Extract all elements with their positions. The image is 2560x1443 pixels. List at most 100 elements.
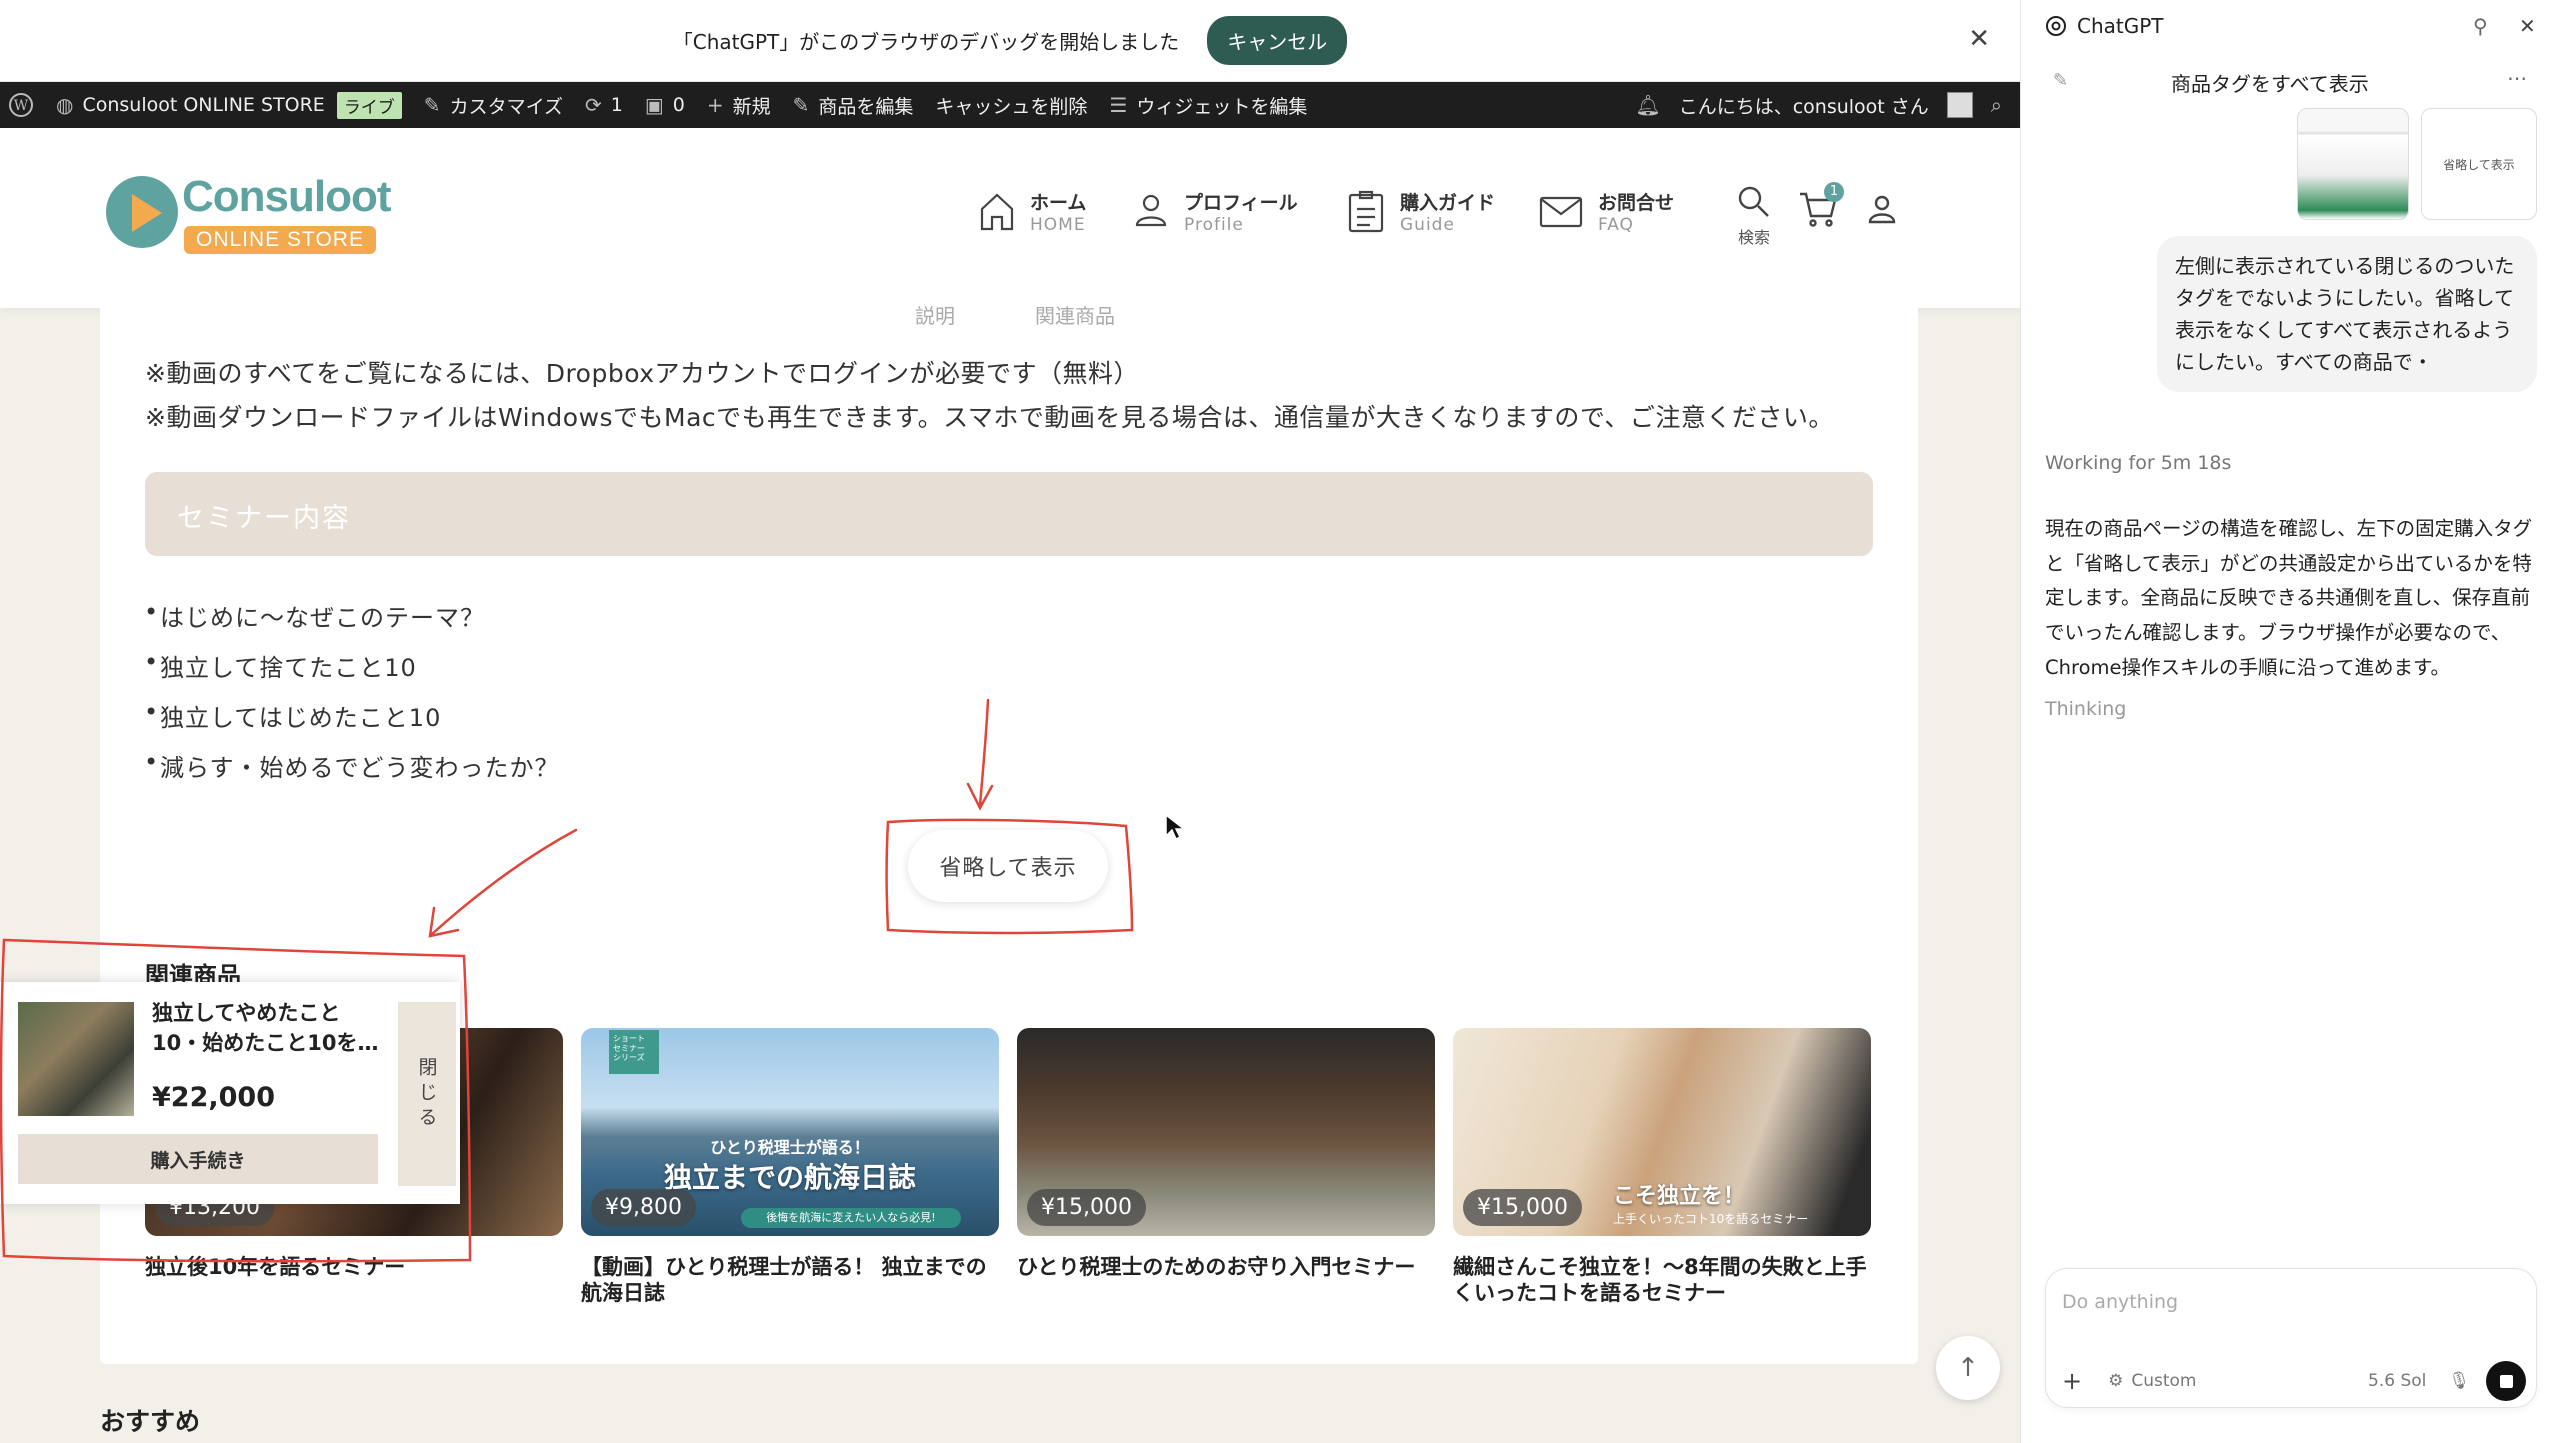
product-image[interactable]: ¥15,000 bbox=[1017, 1028, 1435, 1236]
product-overlay-small: ひとり税理士が語る！ bbox=[710, 1138, 870, 1157]
close-panel-icon[interactable]: ✕ bbox=[2519, 14, 2536, 38]
chatgpt-header: ChatGPT bbox=[2045, 14, 2164, 38]
edit-product-label: 商品を編集 bbox=[818, 95, 914, 118]
site-name: Consuloot ONLINE STORE bbox=[82, 94, 325, 116]
header-search[interactable]: 検索 bbox=[1734, 184, 1774, 248]
dashboard-icon: ◍ bbox=[56, 93, 74, 117]
store-logo[interactable]: Consuloot ONLINE STORE bbox=[100, 170, 400, 280]
edit-widgets-label: ウィジェットを編集 bbox=[1136, 95, 1308, 118]
clear-cache-label: キャッシュを削除 bbox=[935, 95, 1088, 118]
nav-faq-en: FAQ bbox=[1598, 215, 1634, 235]
tab-description[interactable]: 説明 bbox=[915, 300, 955, 329]
header-account[interactable] bbox=[1866, 192, 1898, 230]
site-name-link[interactable]: ◍ Consuloot ONLINE STORE bbox=[56, 93, 325, 117]
gear-icon: ⚙ bbox=[2108, 1371, 2124, 1391]
live-badge: ライブ bbox=[336, 91, 402, 119]
checkout-button[interactable]: 購入手続き bbox=[18, 1134, 378, 1184]
product-title[interactable]: 【動画】ひとり税理士が語る！ 独立までの航海日誌 bbox=[581, 1254, 999, 1307]
new-label: 新規 bbox=[732, 95, 771, 118]
stop-button[interactable] bbox=[2486, 1361, 2526, 1401]
close-banner-icon[interactable]: ✕ bbox=[1968, 24, 1990, 54]
bell-icon[interactable]: 🔔︎ bbox=[1635, 93, 1660, 117]
related-product-3[interactable]: ¥15,000 ひとり税理士のためのお守り入門セミナー bbox=[1017, 1028, 1435, 1280]
edit-widgets-link[interactable]: ☰ ウィジェットを編集 bbox=[1109, 92, 1307, 119]
working-status[interactable]: Working for 5m 18s bbox=[2045, 452, 2231, 474]
sticky-product-thumbnail[interactable] bbox=[18, 1002, 134, 1116]
account-icon bbox=[1868, 195, 1896, 224]
list-item: 独立してはじめたこと10 bbox=[144, 698, 441, 733]
sticky-close-tab[interactable]: 閉じる bbox=[398, 1002, 456, 1186]
add-attachment-icon[interactable]: + bbox=[2062, 1367, 2082, 1395]
product-title[interactable]: ひとり税理士のためのお守り入門セミナー bbox=[1017, 1254, 1435, 1280]
list-item: はじめに〜なぜこのテーマ？ bbox=[144, 598, 485, 633]
edit-icon[interactable]: ✎ bbox=[2053, 70, 2068, 91]
seminar-heading: セミナー内容 bbox=[177, 503, 351, 534]
related-product-2[interactable]: ショート セミナー シリーズ ひとり税理士が語る！ 独立までの航海日誌 後悔を航… bbox=[581, 1028, 999, 1307]
show-less-button[interactable]: 省略して表示 bbox=[908, 830, 1108, 902]
attachment-thumbnail-2[interactable]: 省略して表示 bbox=[2421, 108, 2537, 220]
brush-icon: ✎ bbox=[423, 93, 441, 117]
product-tag: ショート セミナー シリーズ bbox=[609, 1030, 659, 1074]
clear-cache-link[interactable]: キャッシュを削除 bbox=[935, 92, 1087, 119]
avatar[interactable] bbox=[1946, 92, 1973, 118]
product-overlay-title: こそ独立を！ bbox=[1613, 1184, 1746, 1209]
microphone-icon[interactable]: 🎙︎ bbox=[2448, 1371, 2470, 1391]
list-item: 減らす・始めるでどう変わったか？ bbox=[144, 748, 560, 783]
unpin-icon[interactable]: ⚲ bbox=[2473, 14, 2488, 38]
svg-text:W: W bbox=[14, 98, 29, 114]
list-item: 独立して捨てたこと10 bbox=[144, 648, 417, 683]
refresh-icon: ⟳ bbox=[585, 93, 602, 117]
new-link[interactable]: + 新規 bbox=[707, 92, 771, 119]
product-image[interactable]: こそ独立を！ 上手くいったコト10を語るセミナー ¥15,000 bbox=[1453, 1028, 1871, 1236]
product-title[interactable]: 独立後10年を語るセミナー bbox=[145, 1254, 563, 1280]
chatgpt-panel: ChatGPT ⚲ ✕ ✎ 商品タグをすべて表示 ⋯ 省略して表示 左側に表示さ… bbox=[2020, 0, 2560, 1443]
nav-faq[interactable]: お問合せ FAQ bbox=[1538, 188, 1674, 235]
sticky-purchase-tag: 独立してやめたこと10・始めたこと10を… ¥22,000 購入手続き 閉じる bbox=[0, 982, 460, 1204]
seminar-heading-box: セミナー内容 bbox=[145, 472, 1873, 556]
magnifier-icon bbox=[1738, 186, 1769, 217]
comments-link[interactable]: ▣ 0 bbox=[645, 93, 685, 117]
product-price: ¥15,000 bbox=[1027, 1189, 1146, 1226]
plus-icon: + bbox=[706, 93, 724, 117]
header-cart[interactable]: 1 bbox=[1796, 182, 1844, 228]
nav-guide[interactable]: 購入ガイド Guide bbox=[1346, 188, 1495, 235]
comments-count: 0 bbox=[672, 94, 685, 116]
composer-input[interactable]: Do anything bbox=[2062, 1291, 2178, 1313]
comment-icon: ▣ bbox=[644, 93, 664, 117]
product-title[interactable]: 繊細さんこそ独立を！〜8年間の失敗と上手くいったコトを語るセミナー bbox=[1453, 1254, 1871, 1307]
openai-icon bbox=[2046, 16, 2066, 36]
thinking-status: Thinking bbox=[2045, 698, 2127, 720]
nav-guide-en: Guide bbox=[1400, 215, 1455, 235]
nav-guide-label: 購入ガイド bbox=[1400, 192, 1496, 214]
search-icon[interactable]: ⌕ bbox=[1991, 93, 2002, 117]
recommend-heading: おすすめ bbox=[100, 1407, 201, 1436]
mode-selector[interactable]: Custom bbox=[2131, 1371, 2196, 1391]
sticky-product-name[interactable]: 独立してやめたこと10・始めたこと10を… bbox=[152, 998, 382, 1059]
model-selector[interactable]: 5.6 Sol bbox=[2368, 1371, 2426, 1391]
edit-product-link[interactable]: ✎ 商品を編集 bbox=[793, 92, 914, 119]
product-overlay-band: 後悔を航海に変えたい人なら必見! bbox=[741, 1208, 961, 1228]
note-dropbox: ※動画のすべてをご覧になるには、Dropboxアカウントでログインが必要です（無… bbox=[145, 359, 1140, 388]
nav-profile[interactable]: プロフィール Profile bbox=[1132, 188, 1298, 235]
attachment-thumbnail-1[interactable] bbox=[2297, 108, 2409, 220]
nav-faq-label: お問合せ bbox=[1598, 192, 1675, 214]
chat-title[interactable]: 商品タグをすべて表示 bbox=[2171, 68, 2369, 97]
greeting[interactable]: こんにちは、consuloot さん bbox=[1679, 92, 1929, 119]
cart-badge: 1 bbox=[1824, 182, 1844, 202]
mail-icon bbox=[1539, 196, 1583, 227]
scroll-top-button[interactable]: ↑ bbox=[1936, 1336, 2000, 1400]
admin-bar: W ◍ Consuloot ONLINE STORE ライブ ✎ カスタマイズ ⟳ 1… bbox=[0, 82, 2020, 128]
customize-link[interactable]: ✎ カスタマイズ bbox=[424, 92, 563, 119]
cancel-debug-button[interactable]: キャンセル bbox=[1207, 16, 1348, 65]
nav-home[interactable]: ホーム HOME bbox=[978, 188, 1086, 235]
assistant-message: 現在の商品ページの構造を確認し、左下の固定購入タグと「省略して表示」がどの共通設… bbox=[2045, 517, 2533, 679]
wordpress-logo-icon[interactable]: W bbox=[8, 92, 34, 118]
updates-link[interactable]: ⟳ 1 bbox=[585, 93, 623, 117]
product-image[interactable]: ショート セミナー シリーズ ひとり税理士が語る！ 独立までの航海日誌 後悔を航… bbox=[581, 1028, 999, 1236]
more-options-icon[interactable]: ⋯ bbox=[2507, 66, 2527, 90]
related-product-4[interactable]: こそ独立を！ 上手くいったコト10を語るセミナー ¥15,000 繊細さんこそ独… bbox=[1453, 1028, 1871, 1307]
product-price: ¥9,800 bbox=[591, 1189, 696, 1226]
tab-related[interactable]: 関連商品 bbox=[1035, 300, 1115, 329]
composer: Do anything + ⚙ Custom 5.6 Sol 🎙︎ bbox=[2045, 1268, 2537, 1408]
logo-name: Consuloot bbox=[182, 172, 392, 221]
